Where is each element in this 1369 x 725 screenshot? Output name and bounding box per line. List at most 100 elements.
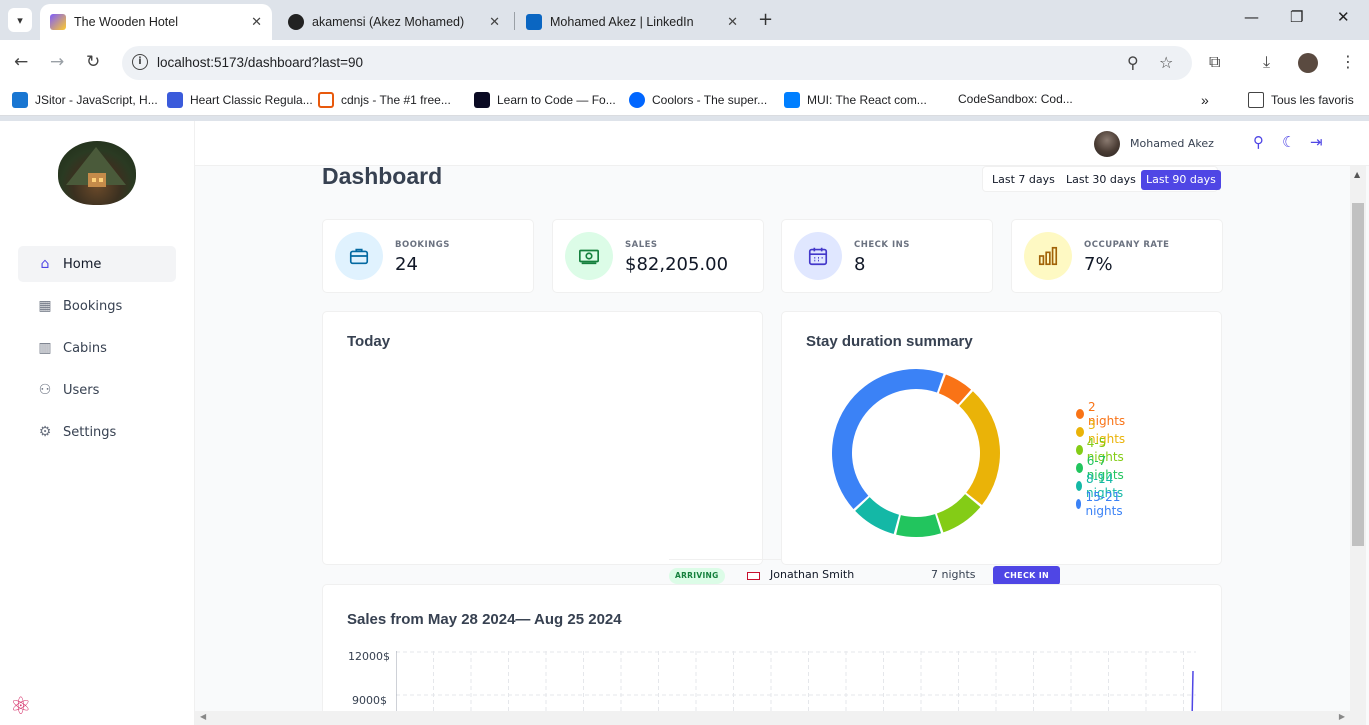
date-filter: Last 7 days Last 30 days Last 90 days <box>982 166 1221 192</box>
stat-label: OCCUPANY RATE <box>1084 240 1170 250</box>
bookmark-all-favorites[interactable]: Tous les favoris <box>1248 92 1354 108</box>
sidebar: ⌂ Home ▦ Bookings ▥ Cabins ⚇ Users ⚙ Set… <box>0 121 195 725</box>
check-in-button[interactable]: CHECK IN <box>993 566 1060 585</box>
sidebar-item-cabins[interactable]: ▥ Cabins <box>18 330 176 366</box>
today-card: Today ARRIVING Jonathan Smith 7 nights CHEC… <box>322 311 1060 721</box>
donut-slice[interactable] <box>959 391 1000 505</box>
scroll-up-icon[interactable]: ▲ <box>1354 170 1360 179</box>
vertical-scrollbar[interactable]: ▲ <box>1350 166 1366 725</box>
bookmark-coolors[interactable]: Coolors - The super... <box>629 92 767 108</box>
forward-icon[interactable]: → <box>50 52 64 72</box>
bookmark-label: MUI: The React com... <box>807 93 927 107</box>
menu-icon[interactable]: ⋮ <box>1340 52 1356 71</box>
bookmark-heart-classic[interactable]: Heart Classic Regula... <box>167 92 313 108</box>
more-bookmarks-icon[interactable]: » <box>1201 92 1209 108</box>
y-tick-label: 12000$ <box>348 650 390 663</box>
react-devtools-icon[interactable]: ⚛ <box>10 692 32 720</box>
cabin-shape <box>88 173 106 187</box>
nights-count: 7 nights <box>931 568 976 581</box>
browser-tab-bar: ▾ The Wooden Hotel ✕ akamensi (Akez Moha… <box>0 0 1369 40</box>
filter-last-30-days[interactable]: Last 30 days <box>1061 170 1141 190</box>
donut-slice[interactable] <box>832 369 944 510</box>
tab-the-wooden-hotel[interactable]: The Wooden Hotel ✕ <box>40 4 272 40</box>
sidebar-item-settings[interactable]: ⚙ Settings <box>18 414 176 450</box>
sidebar-item-label: Cabins <box>63 340 107 356</box>
url-text[interactable]: localhost:5173/dashboard?last=90 <box>157 55 363 70</box>
tab-github[interactable]: akamensi (Akez Mohamed) ✕ <box>278 4 510 40</box>
back-icon[interactable]: ← <box>14 52 28 72</box>
donut-slice[interactable] <box>896 514 942 537</box>
mui-icon <box>784 92 800 108</box>
minimize-icon[interactable]: — <box>1244 8 1259 26</box>
window-close-icon[interactable]: ✕ <box>1337 8 1350 26</box>
filter-last-7-days[interactable]: Last 7 days <box>987 170 1060 190</box>
bookmark-label: JSitor - JavaScript, H... <box>35 93 158 107</box>
stat-card-sales: SALES $82,205.00 <box>552 219 764 293</box>
download-icon[interactable]: ⤓ <box>1263 52 1270 72</box>
close-icon[interactable]: ✕ <box>727 14 738 30</box>
tab-linkedin[interactable]: Mohamed Akez | LinkedIn ✕ <box>516 4 748 40</box>
gear-icon: ⚙ <box>38 424 52 440</box>
tab-search-button[interactable]: ▾ <box>8 8 32 32</box>
bookmark-label: Tous les favoris <box>1271 93 1354 107</box>
tab-title: Mohamed Akez | LinkedIn <box>550 15 694 29</box>
close-icon[interactable]: ✕ <box>489 14 500 30</box>
sidebar-item-label: Users <box>63 382 100 398</box>
legend-item: 15-21 nights <box>1076 490 1127 518</box>
zoom-icon[interactable]: ⚲ <box>1127 53 1139 72</box>
stat-card-occupancy-rate: OCCUPANY RATE 7% <box>1011 219 1223 293</box>
app-header: Mohamed Akez ⚲ ☾ ⇥ <box>195 121 1369 166</box>
bookmark-mui[interactable]: MUI: The React com... <box>784 92 927 108</box>
donut-slice[interactable] <box>855 497 899 534</box>
sidebar-item-label: Home <box>63 256 102 272</box>
sidebar-item-users[interactable]: ⚇ Users <box>18 372 176 408</box>
close-icon[interactable]: ✕ <box>251 14 262 30</box>
code-icon <box>318 92 334 108</box>
today-title: Today <box>347 333 391 350</box>
hotel-logo[interactable] <box>58 141 136 205</box>
chart-title: Stay duration summary <box>806 333 973 350</box>
bookmark-jsitor[interactable]: JSitor - JavaScript, H... <box>12 92 158 108</box>
star-icon[interactable]: ☆ <box>1159 53 1173 72</box>
donut-slice[interactable] <box>936 494 981 533</box>
extensions-icon[interactable]: ⧉ <box>1209 52 1220 72</box>
reload-icon[interactable]: ↻ <box>86 52 100 72</box>
linkedin-icon <box>526 14 542 30</box>
filter-last-90-days[interactable]: Last 90 days <box>1141 170 1221 190</box>
bookmarks-bar: JSitor - JavaScript, H... Heart Classic … <box>0 86 1369 116</box>
user-name: Mohamed Akez <box>1130 137 1214 150</box>
flag-gb-icon <box>747 572 760 580</box>
stat-value: 7% <box>1084 254 1113 275</box>
sidebar-item-home[interactable]: ⌂ Home <box>18 246 176 282</box>
sidebar-item-bookings[interactable]: ▦ Bookings <box>18 288 176 324</box>
bookmark-codesandbox[interactable]: CodeSandbox: Cod... <box>958 92 1073 106</box>
profile-avatar[interactable] <box>1298 53 1318 73</box>
users-icon: ⚇ <box>38 382 52 398</box>
bookmark-cdnjs[interactable]: cdnjs - The #1 free... <box>318 92 451 108</box>
restore-icon[interactable]: ❐ <box>1290 8 1303 26</box>
scroll-left-icon[interactable]: ◀ <box>200 712 206 721</box>
stat-card-bookings: BOOKINGS 24 <box>322 219 534 293</box>
site-info-icon[interactable]: i <box>132 54 148 70</box>
logout-icon[interactable]: ⇥ <box>1310 133 1323 151</box>
bookmark-label: Coolors - The super... <box>652 93 768 107</box>
calendar-icon: ▦ <box>38 298 52 314</box>
guest-name: Jonathan Smith <box>770 568 855 581</box>
address-bar[interactable]: i localhost:5173/dashboard?last=90 ⚲ ☆ <box>122 46 1192 80</box>
user-icon[interactable]: ⚲ <box>1253 133 1264 151</box>
stat-value: 24 <box>395 254 418 275</box>
scrollbar-thumb[interactable] <box>1352 203 1364 546</box>
moon-icon[interactable]: ☾ <box>1282 133 1295 151</box>
app-root: ⌂ Home ▦ Bookings ▥ Cabins ⚇ Users ⚙ Set… <box>0 121 1369 725</box>
stat-label: SALES <box>625 240 658 250</box>
new-tab-icon[interactable]: + <box>758 9 773 30</box>
status-badge: ARRIVING <box>669 568 725 584</box>
bookmark-learn-to-code[interactable]: Learn to Code — Fo... <box>474 92 616 108</box>
briefcase-icon <box>335 232 383 280</box>
bookmark-label: Learn to Code — Fo... <box>497 93 616 107</box>
scroll-right-icon[interactable]: ▶ <box>1339 712 1345 721</box>
stat-label: CHECK INS <box>854 240 910 250</box>
tab-title: The Wooden Hotel <box>74 15 178 29</box>
vite-icon <box>50 14 66 30</box>
horizontal-scrollbar[interactable]: ◀ ▶ <box>195 711 1350 725</box>
